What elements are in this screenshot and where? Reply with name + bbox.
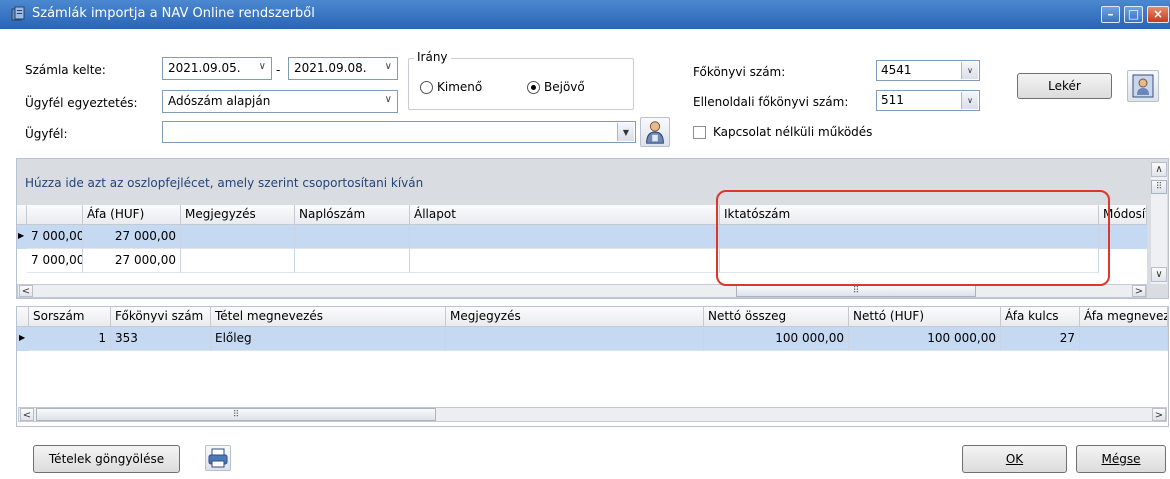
cell-allapot <box>410 225 720 249</box>
date-separator: - <box>276 63 281 77</box>
date-to-picker[interactable]: 2021.09.08. ∨ <box>288 57 398 80</box>
cell-afa-megnevezes <box>1080 327 1168 351</box>
chevron-down-icon: ∨ <box>384 94 392 105</box>
ellenoldali-label: Ellenoldali főkönyvi szám: <box>693 95 849 109</box>
contact-card-button[interactable] <box>1127 70 1159 102</box>
irany-title: Irány <box>414 50 451 64</box>
radio-kimeno-label: Kimenő <box>437 80 483 94</box>
col-header-allapot[interactable]: Állapot <box>410 205 720 225</box>
ugyfel-egyeztetes-label: Ügyfél egyeztetés: <box>25 96 138 110</box>
cell-netto-osszeg: 100 000,00 <box>704 327 849 351</box>
window-titlebar: Számlák importja a NAV Online rendszerbő… <box>0 0 1170 29</box>
ugyfel-egyeztetes-select[interactable]: Adószám alapján ∨ <box>162 90 398 113</box>
cell-afa-huf: 27 000,00 <box>83 249 181 273</box>
printer-icon <box>208 448 228 468</box>
scroll-right-icon[interactable]: > <box>1152 408 1166 421</box>
col-header-tetel-megnevezes[interactable]: Tétel megnevezés <box>211 307 446 327</box>
upper-hscrollbar[interactable]: < ⠿ > <box>17 284 1147 298</box>
radio-bejovo-label: Bejövő <box>544 80 585 94</box>
cell-naploszam <box>295 249 410 273</box>
fokonyvi-label: Főkönyvi szám: <box>693 65 786 79</box>
minimize-button[interactable]: – <box>1101 6 1120 23</box>
row-pointer-icon: ▶ <box>18 231 25 240</box>
ugyfel-egyeztetes-value: Adószám alapján <box>168 94 271 108</box>
radio-kimeno[interactable] <box>420 81 433 94</box>
maximize-button[interactable]: □ <box>1124 6 1143 23</box>
ok-button[interactable]: OK <box>962 445 1067 473</box>
chevron-down-icon: ∨ <box>961 92 978 109</box>
combo-dropdown-icon[interactable]: ▼ <box>617 123 634 141</box>
fokonyvi-value: 4541 <box>881 63 912 77</box>
cell-prev: 7 000,00 <box>27 225 83 249</box>
cell-tetel-megnevezes: Előleg <box>211 327 446 351</box>
group-by-hint: Húzza ide azt az oszlopfejlécet, amely s… <box>25 176 424 190</box>
chevron-down-icon: ∨ <box>384 61 392 72</box>
col-header-netto-osszeg[interactable]: Nettó összeg <box>704 307 849 327</box>
cell-megjegyzes <box>446 327 704 351</box>
cell-fokonyvi-szam: 353 <box>111 327 211 351</box>
scroll-up-icon[interactable]: ∧ <box>1151 162 1167 177</box>
col-header-afa-huf[interactable]: Áfa (HUF) <box>83 205 181 225</box>
cell-naploszam <box>295 225 410 249</box>
chevron-down-icon: ∨ <box>258 61 266 72</box>
date-from-picker[interactable]: 2021.09.05. ∨ <box>162 57 272 80</box>
gongyoles-button[interactable]: Tételek göngyölése <box>33 445 180 473</box>
col-header-netto-huf[interactable]: Nettó (HUF) <box>849 307 1001 327</box>
print-button[interactable] <box>205 445 231 471</box>
col-header-megjegyzes[interactable]: Megjegyzés <box>181 205 295 225</box>
window-title: Számlák importja a NAV Online rendszerbő… <box>32 6 315 21</box>
close-button[interactable]: × <box>1147 6 1169 23</box>
ugyfel-combobox[interactable]: ▼ <box>162 121 636 143</box>
person-icon <box>646 121 664 144</box>
row-indicator-header <box>17 307 29 327</box>
col-header-prev[interactable] <box>27 205 83 225</box>
cell-afa-huf: 27 000,00 <box>83 225 181 249</box>
fokonyvi-select[interactable]: 4541 ∨ <box>876 60 980 81</box>
ugyfel-label: Ügyfél: <box>25 127 68 141</box>
szamla-kelte-label: Számla kelte: <box>25 63 106 77</box>
cell-netto-huf: 100 000,00 <box>849 327 1001 351</box>
col-header-afa-megnevezes[interactable]: Áfa megnevez <box>1080 307 1168 327</box>
date-to-value: 2021.09.08. <box>294 61 367 75</box>
cell-afa-kulcs: 27 <box>1001 327 1080 351</box>
partner-lookup-button[interactable] <box>640 117 670 147</box>
app-icon <box>11 6 25 21</box>
hscroll-thumb[interactable]: ⠿ <box>736 285 976 297</box>
date-from-value: 2021.09.05. <box>168 61 241 75</box>
table-row[interactable]: ▶ 1 353 Előleg 100 000,00 100 000,00 27 <box>17 327 1168 351</box>
scroll-left-icon[interactable]: < <box>20 408 34 421</box>
ellenoldali-value: 511 <box>881 93 904 107</box>
radio-bejovo[interactable] <box>527 81 540 94</box>
col-header-afa-kulcs[interactable]: Áfa kulcs <box>1001 307 1080 327</box>
contact-card-icon <box>1132 74 1154 98</box>
leker-button[interactable]: Lekér <box>1017 73 1112 99</box>
row-pointer-icon: ▶ <box>19 333 26 342</box>
scroll-left-icon[interactable]: < <box>19 285 33 297</box>
vscroll-thumb[interactable]: ⠿ <box>1151 180 1167 194</box>
cell-sorszam: 1 <box>29 327 111 351</box>
hscroll-thumb[interactable]: ⠿ <box>36 408 436 421</box>
kapcsolat-checkbox[interactable] <box>693 126 706 139</box>
col-header-megjegyzes[interactable]: Megjegyzés <box>446 307 704 327</box>
scroll-right-icon[interactable]: > <box>1132 285 1146 297</box>
chevron-down-icon: ∨ <box>961 62 978 79</box>
ellenoldali-select[interactable]: 511 ∨ <box>876 90 980 111</box>
cell-megjegyzes <box>181 225 295 249</box>
col-header-sorszam[interactable]: Sorszám <box>29 307 111 327</box>
lower-grid: Sorszám Főkönyvi szám Tétel megnevezés M… <box>16 306 1169 427</box>
col-header-fokonyvi-szam[interactable]: Főkönyvi szám <box>111 307 211 327</box>
scroll-down-icon[interactable]: ∨ <box>1151 267 1167 282</box>
kapcsolat-label: Kapcsolat nélküli működés <box>713 125 873 139</box>
col-header-naploszam[interactable]: Naplószám <box>295 205 410 225</box>
cell-prev: 7 000,00 <box>27 249 83 273</box>
upper-vscrollbar[interactable]: ∧ ⠿ ∨ <box>1151 162 1167 284</box>
highlight-annotation <box>716 190 1110 286</box>
row-indicator-header <box>17 205 27 225</box>
cell-megjegyzes <box>181 249 295 273</box>
lower-hscrollbar[interactable]: < ⠿ > <box>18 407 1167 422</box>
megse-button[interactable]: Mégse <box>1076 445 1166 473</box>
cell-allapot <box>410 249 720 273</box>
